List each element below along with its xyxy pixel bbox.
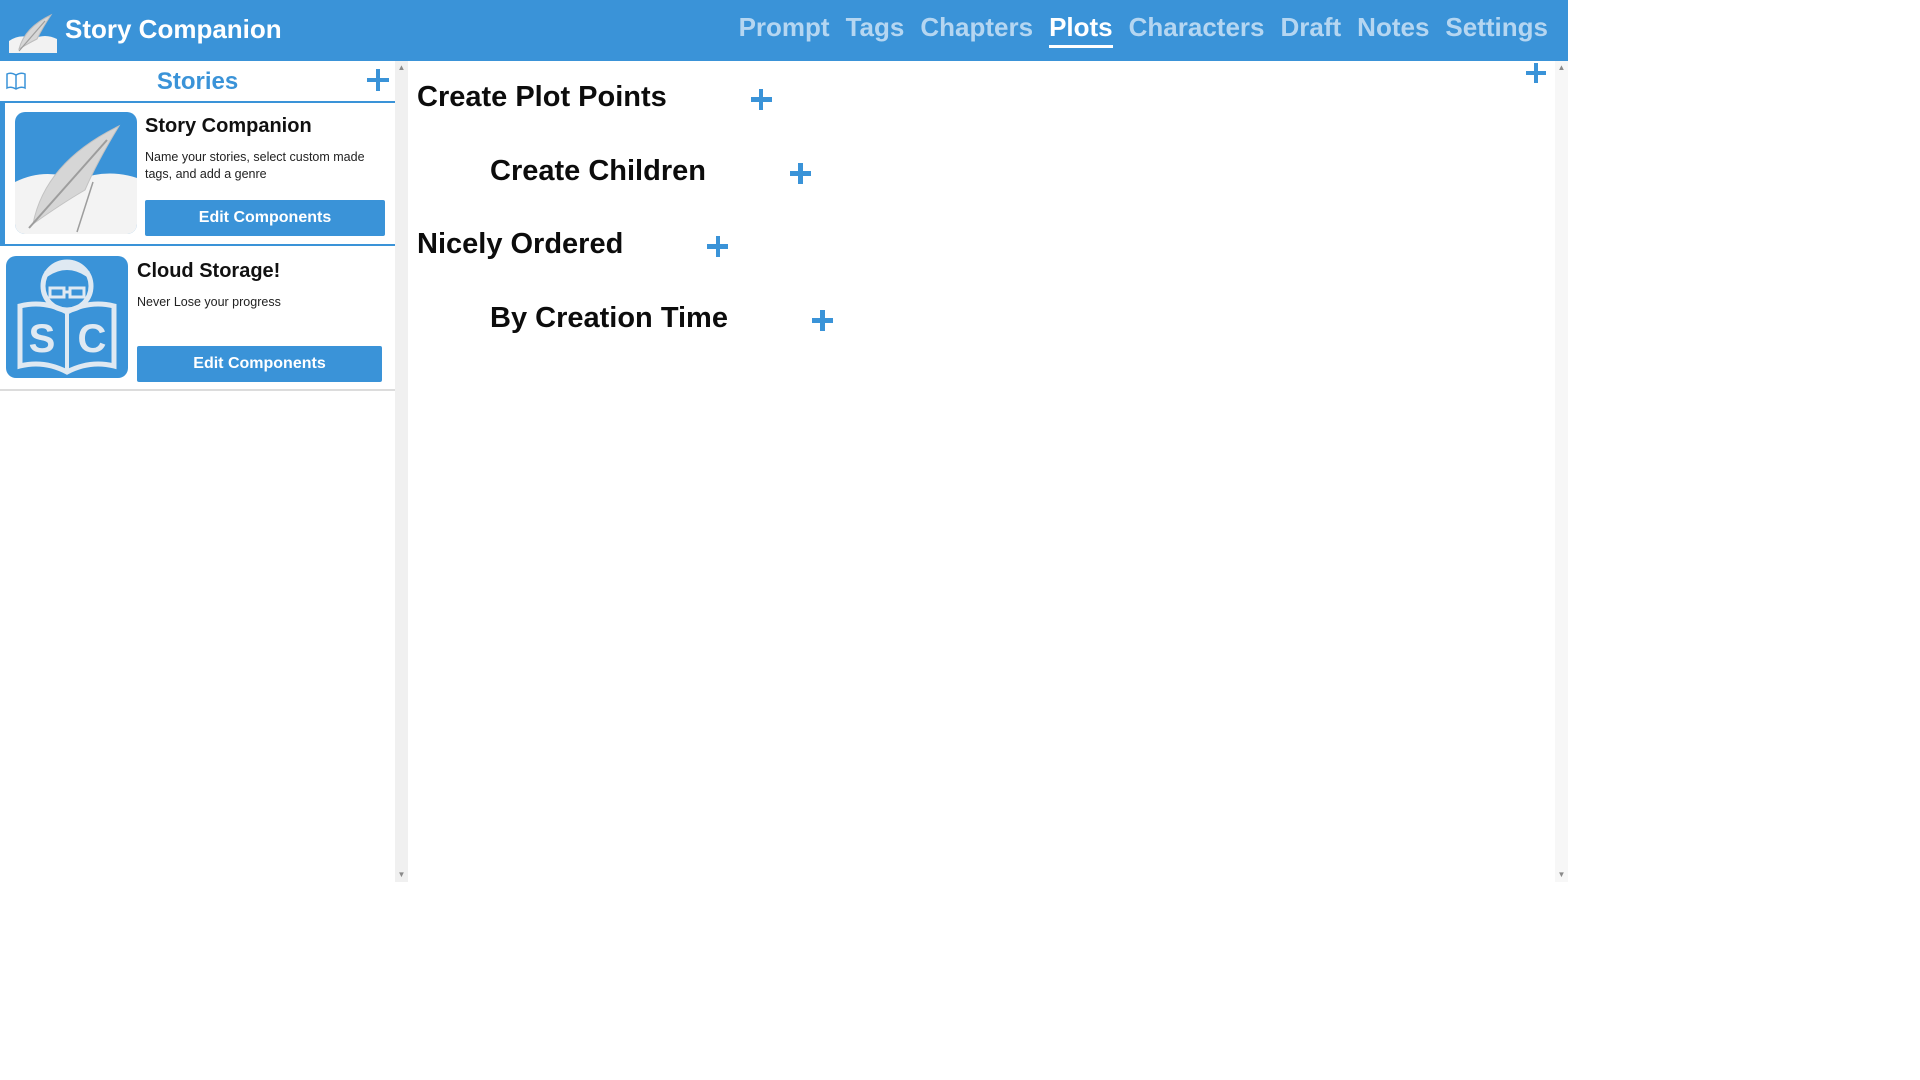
top-bar: Story Companion Prompt Tags Chapters Plo… (0, 0, 1568, 61)
plots-panel: Create Plot Points Create Children Nicel… (408, 61, 1554, 882)
sidebar-title: Stories (156, 68, 239, 95)
add-plot-plus-icon[interactable] (1526, 63, 1546, 83)
reader-sc-icon: S C (6, 256, 128, 378)
add-child-plus-icon[interactable] (750, 89, 772, 110)
edit-components-button[interactable]: Edit Components (145, 200, 385, 236)
story-description: Name your stories, select custom made ta… (145, 150, 365, 181)
tab-draft[interactable]: Draft (1281, 12, 1342, 48)
plot-point[interactable]: By Creation Time (490, 302, 833, 335)
add-child-plus-icon[interactable] (789, 163, 811, 184)
sidebar-header: Stories (0, 61, 395, 103)
plot-point-label[interactable]: By Creation Time (490, 302, 728, 335)
tab-tags[interactable]: Tags (846, 12, 905, 48)
story-title: Story Companion (145, 115, 312, 137)
plot-point-label[interactable]: Create Plot Points (417, 81, 667, 114)
story-description: Never Lose your progress (137, 295, 281, 309)
tab-plots[interactable]: Plots (1049, 12, 1113, 48)
app-title: Story Companion (65, 14, 282, 44)
main-scrollbar[interactable]: ▲ ▼ (1555, 61, 1568, 882)
plot-point[interactable]: Create Plot Points (417, 81, 772, 114)
story-title: Cloud Storage! (137, 260, 281, 282)
story-card[interactable]: Story Companion Name your stories, selec… (0, 103, 395, 246)
scroll-down-arrow-icon[interactable]: ▼ (395, 870, 408, 880)
scroll-down-arrow-icon[interactable]: ▼ (1555, 870, 1568, 880)
plot-point-label[interactable]: Create Children (490, 155, 706, 188)
sidebar-scrollbar[interactable]: ▲ ▼ (395, 61, 408, 882)
story-card[interactable]: S C Cloud Storage! Never Lose your progr… (0, 248, 395, 391)
tab-characters[interactable]: Characters (1129, 12, 1265, 48)
plot-point[interactable]: Nicely Ordered (417, 228, 729, 261)
scroll-up-arrow-icon[interactable]: ▲ (1555, 63, 1568, 73)
scroll-up-arrow-icon[interactable]: ▲ (395, 63, 408, 73)
plot-point[interactable]: Create Children (490, 155, 811, 188)
tab-settings[interactable]: Settings (1445, 12, 1548, 48)
add-child-plus-icon[interactable] (707, 236, 729, 257)
edit-components-button[interactable]: Edit Components (137, 346, 382, 382)
feather-logo-icon (7, 9, 58, 55)
svg-text:S: S (29, 317, 56, 361)
tab-prompt[interactable]: Prompt (739, 12, 830, 48)
add-story-plus-icon[interactable] (367, 69, 389, 91)
main-nav: Prompt Tags Chapters Plots Characters Dr… (723, 12, 1548, 48)
plot-point-label[interactable]: Nicely Ordered (417, 228, 623, 261)
tab-notes[interactable]: Notes (1357, 12, 1429, 48)
svg-text:C: C (78, 317, 107, 361)
stories-sidebar: Stories Story Companion Name your storie… (0, 61, 395, 882)
add-child-plus-icon[interactable] (811, 310, 833, 331)
feather-icon (15, 112, 137, 234)
tab-chapters[interactable]: Chapters (920, 12, 1033, 48)
